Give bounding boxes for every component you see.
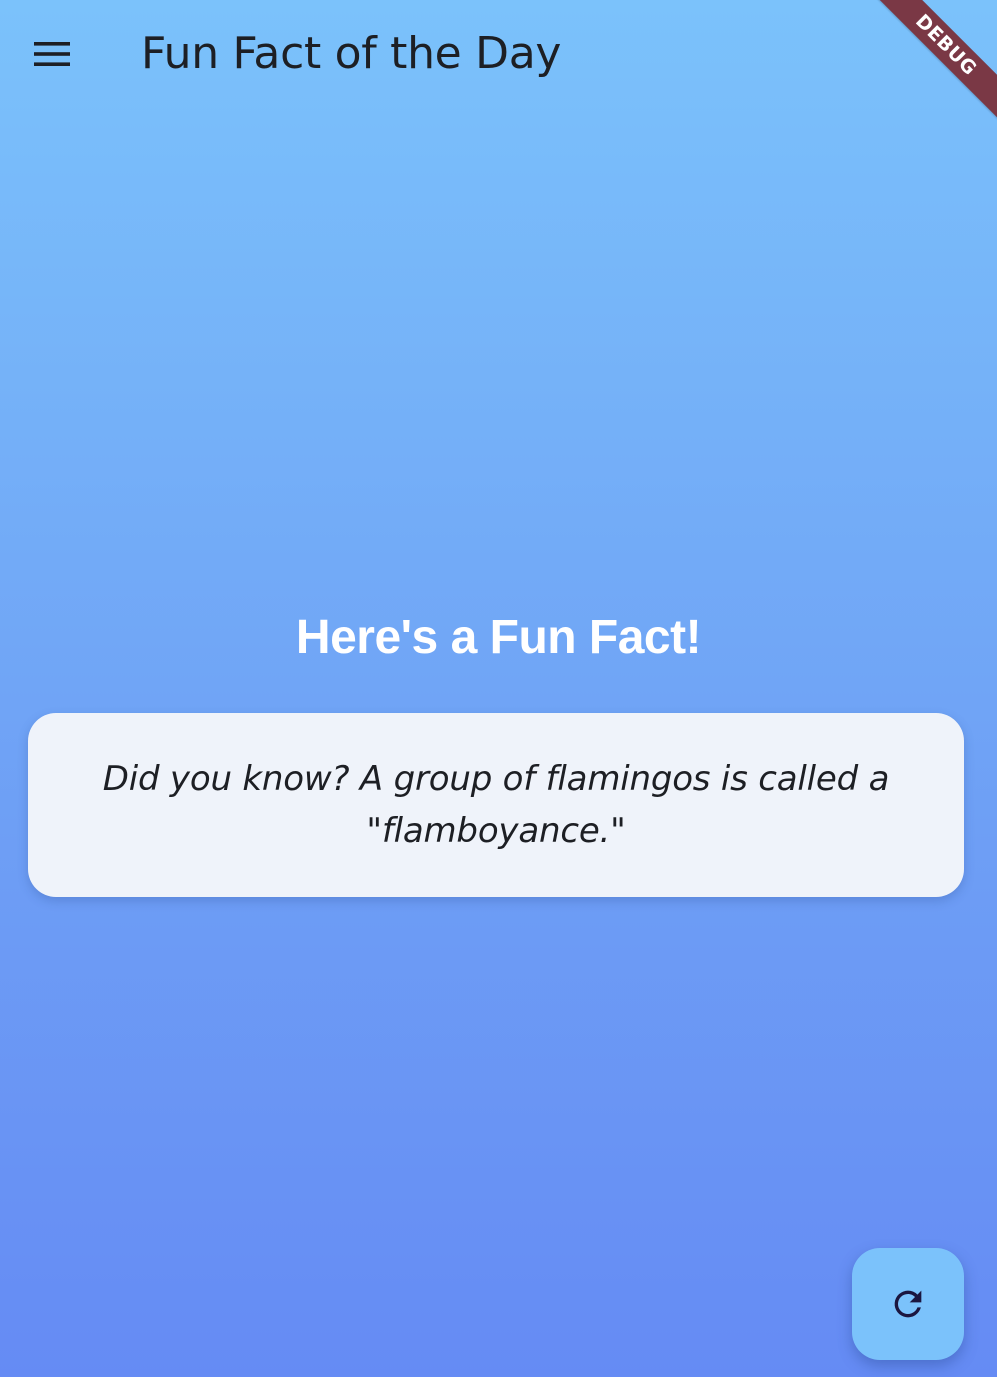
app-title: Fun Fact of the Day	[141, 28, 562, 79]
refresh-icon	[888, 1284, 928, 1324]
fact-text: Did you know? A group of flamingos is ca…	[102, 759, 890, 851]
fact-card: Did you know? A group of flamingos is ca…	[28, 713, 964, 897]
app-bar: Fun Fact of the Day	[0, 0, 997, 108]
refresh-button[interactable]	[852, 1248, 964, 1360]
menu-icon	[32, 40, 72, 68]
fun-fact-headline: Here's a Fun Fact!	[295, 611, 702, 664]
menu-button[interactable]	[22, 26, 82, 82]
